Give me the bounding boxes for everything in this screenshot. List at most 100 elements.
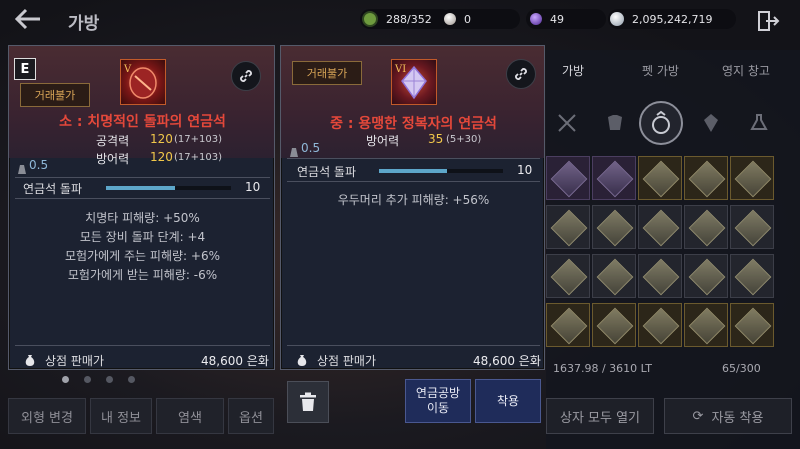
divider [15,345,270,346]
effect-line: 모험가에게 주는 피해량: +6% [65,249,220,263]
inventory-slot[interactable] [638,303,682,347]
inventory-slot[interactable] [730,156,774,200]
inventory-slot[interactable] [546,303,590,347]
workshop-label: 연금공방 [415,386,461,400]
stat-breakdown: (17+103) [174,152,222,163]
divider [15,198,270,199]
svg-text:VI: VI [394,64,406,75]
discard-button[interactable] [287,381,329,423]
gem-filter-icon[interactable] [700,112,722,134]
inventory-slot[interactable] [592,156,636,200]
breakthrough-bar [379,169,503,173]
effect-line: 우두머리 추가 피해량: +56% [337,193,490,207]
tab-bag[interactable]: 가방 [562,62,584,79]
breakthrough-bar-fill [379,169,448,173]
link-icon[interactable] [506,59,536,89]
inventory-slot[interactable] [684,156,728,200]
inventory-slot[interactable] [730,254,774,298]
breakthrough-value: 10 [245,180,261,194]
breakthrough-label: 연금석 돌파 [297,165,357,179]
divider [15,177,270,178]
effect-line: 치명타 피해량: +50% [85,211,200,225]
weight-icon [289,143,299,162]
alchemy-stone-icon: V [120,59,166,105]
effect-line: 모험가에게 받는 피해량: -6% [67,268,218,282]
link-icon[interactable] [231,61,261,91]
silver-value: 2,095,242,719 [632,12,713,26]
page-dot [106,376,113,383]
stat-label: 공격력 [96,134,130,148]
stat-value: 120 [150,132,173,146]
page-dot [84,376,91,383]
silver-coin-icon [610,12,624,26]
page-title: 가방 [68,14,100,34]
crystal-value: 49 [550,12,564,26]
breakthrough-value: 10 [517,163,533,177]
inventory-slot[interactable] [684,303,728,347]
move-label: 이동 [426,401,450,415]
top-bar: 가방 288/352 0 49 2,095,242,719 [0,0,800,40]
sell-price-value: 48,600 은화 [473,354,541,368]
inventory-slot[interactable] [638,205,682,249]
exit-icon[interactable] [756,10,780,32]
inventory-slot[interactable] [684,254,728,298]
inventory-slot[interactable] [684,205,728,249]
dye-button[interactable]: 염색 [156,398,224,434]
stat-label: 방어력 [96,152,130,166]
leaf-energy-icon [362,11,378,27]
breakthrough-bar-fill [106,186,175,190]
auto-equip-label: 자동 착용 [711,410,764,426]
stat-label: 방어력 [366,134,400,148]
page-dot [128,376,135,383]
refresh-icon: ⟳ [692,408,704,424]
weight-text: 1637.98 / 3610 LT [553,362,653,375]
crystal-orb-icon [530,13,542,25]
inventory-slot[interactable] [730,303,774,347]
crystal-counter: 49 [526,9,606,29]
sell-price-label: 상점 판매가 [317,354,377,368]
untradeable-tag: 거래불가 [292,61,362,85]
accessory-filter-selected[interactable] [639,101,683,145]
untradeable-tag: 거래불가 [20,83,90,107]
alchemy-stone-icon: VI [391,59,437,105]
inventory-slot[interactable] [546,254,590,298]
divider [287,158,540,159]
inventory-slot[interactable] [638,156,682,200]
energy-value: 288/352 [386,12,432,26]
open-all-boxes-button[interactable]: 상자 모두 열기 [546,398,654,434]
stat-value: 120 [150,150,173,164]
money-bag-icon [295,352,309,366]
inventory-slot[interactable] [546,156,590,200]
inventory-slot[interactable] [592,205,636,249]
potion-filter-icon[interactable] [748,112,770,134]
stat-breakdown: (5+30) [446,134,482,145]
weapon-filter-icon[interactable] [556,112,578,134]
stat-value: 35 [428,132,444,146]
breakthrough-bar [106,186,231,190]
breakthrough-label: 연금석 돌파 [23,182,83,196]
auto-equip-button[interactable]: ⟳ 자동 착용 [664,398,792,434]
appearance-button[interactable]: 외형 변경 [8,398,86,434]
equip-button[interactable]: 착용 [475,379,541,423]
sell-price-label: 상점 판매가 [45,354,105,368]
energy-counter: 288/352 [360,9,452,29]
item-tooltip-right: 거래불가 VI 중 : 용맹한 정복자의 연금석 방어력 35 (5+30) 0… [280,45,545,370]
sell-price-value: 48,600 은화 [201,354,269,368]
back-arrow-icon[interactable] [14,7,44,33]
inventory-slot[interactable] [638,254,682,298]
tab-storage[interactable]: 영지 창고 [722,62,770,79]
item-weight: 0.5 [29,158,49,172]
money-bag-icon [23,352,37,366]
armor-filter-icon[interactable] [604,112,626,134]
inventory-slot[interactable] [546,205,590,249]
alchemy-workshop-button[interactable]: 연금공방 이동 [405,379,471,423]
inventory-slot[interactable] [592,254,636,298]
svg-text:V: V [123,64,132,75]
trash-icon [300,392,316,411]
inventory-slot[interactable] [592,303,636,347]
my-info-button[interactable]: 내 정보 [90,398,152,434]
option-button[interactable]: 옵션 [228,398,274,434]
tab-pet-bag[interactable]: 펫 가방 [642,62,679,79]
inventory-slot[interactable] [730,205,774,249]
item-name: 중 : 용맹한 정복자의 연금석 [330,116,497,132]
